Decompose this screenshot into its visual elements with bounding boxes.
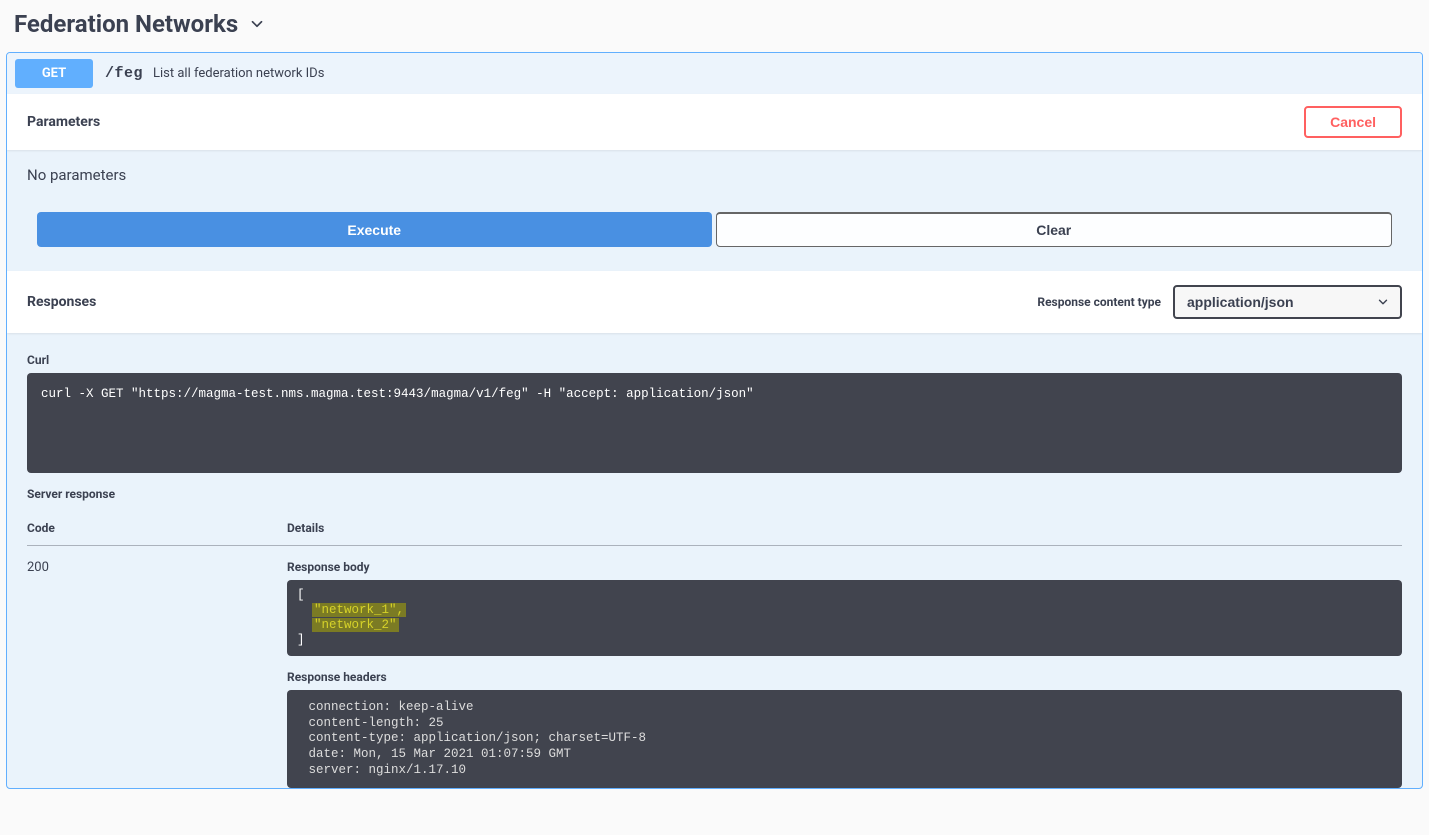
section-header[interactable]: Federation Networks: [6, 0, 1423, 52]
response-headers-code: connection: keep-alive content-length: 2…: [287, 690, 1402, 788]
section-title: Federation Networks: [14, 10, 238, 38]
parameters-bar: Parameters Cancel: [7, 94, 1422, 150]
content-type-select[interactable]: application/json: [1175, 287, 1400, 317]
response-body-label: Response body: [287, 560, 1402, 574]
operation-description: List all federation network IDs: [153, 66, 324, 81]
parameters-title: Parameters: [27, 114, 100, 130]
execute-button[interactable]: Execute: [37, 212, 712, 247]
content-type-label: Response content type: [1037, 295, 1161, 309]
responses-title: Responses: [27, 294, 96, 310]
table-row: 200 Response body [ "network_1", "networ…: [27, 546, 1402, 789]
operation-summary[interactable]: GET /feg List all federation network IDs: [7, 53, 1422, 94]
operation-block: GET /feg List all federation network IDs…: [6, 52, 1423, 789]
response-code: 200: [27, 546, 287, 789]
responses-bar: Responses Response content type applicat…: [7, 271, 1422, 333]
content-type-select-wrap: application/json: [1173, 285, 1402, 319]
chevron-down-icon: [248, 15, 266, 33]
operation-path: /feg: [105, 65, 143, 82]
parameters-body: No parameters: [7, 150, 1422, 208]
code-header: Code: [27, 511, 287, 546]
cancel-button[interactable]: Cancel: [1304, 106, 1402, 138]
execute-row: Execute Clear: [7, 208, 1422, 271]
method-badge: GET: [15, 59, 93, 88]
clear-button[interactable]: Clear: [716, 212, 1393, 247]
details-header: Details: [287, 511, 1402, 546]
no-parameters-text: No parameters: [27, 166, 126, 184]
response-table: Code Details 200 Response body [ "networ…: [27, 511, 1402, 788]
server-response-label: Server response: [27, 487, 1402, 501]
response-headers-label: Response headers: [287, 670, 1402, 684]
response-body-code: [ "network_1", "network_2" ]: [287, 580, 1402, 656]
curl-label: Curl: [27, 353, 1402, 367]
curl-code: curl -X GET "https://magma-test.nms.magm…: [27, 373, 1402, 473]
